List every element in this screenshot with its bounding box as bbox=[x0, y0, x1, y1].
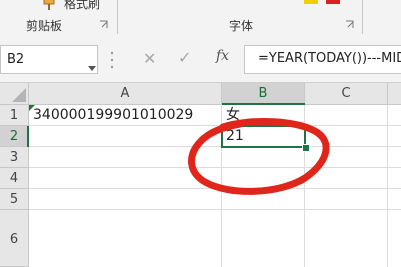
cell-c1[interactable] bbox=[305, 105, 388, 126]
formula-bar-area: B2 ✕ ✓ fx =YEAR(TODAY())---MID( bbox=[0, 38, 401, 83]
column-header-a[interactable]: A bbox=[29, 83, 222, 105]
cancel-icon[interactable]: ✕ bbox=[143, 49, 156, 68]
row-header-4[interactable]: 4 bbox=[0, 168, 29, 189]
cell-c4[interactable] bbox=[305, 168, 388, 189]
column-header-d[interactable] bbox=[388, 83, 401, 105]
cell-a6[interactable] bbox=[29, 210, 222, 267]
cell-c6[interactable] bbox=[305, 210, 388, 267]
clipboard-group-label: 剪贴板 bbox=[26, 19, 63, 33]
font-color-swatch[interactable] bbox=[326, 0, 340, 4]
cell-d4[interactable] bbox=[388, 168, 401, 189]
cell-d2[interactable] bbox=[388, 126, 401, 147]
cell-b1[interactable]: 女 bbox=[222, 105, 305, 126]
ribbon-separator bbox=[117, 0, 118, 34]
cell-d1[interactable] bbox=[388, 105, 401, 126]
insert-function-icon[interactable]: fx bbox=[216, 48, 229, 64]
fill-color-swatch[interactable] bbox=[304, 0, 318, 4]
row-header-3[interactable]: 3 bbox=[0, 147, 29, 168]
ribbon: 格式刷 剪贴板 字体 bbox=[0, 0, 401, 39]
name-box-dropdown-icon[interactable] bbox=[88, 57, 96, 71]
name-box[interactable]: B2 bbox=[0, 45, 98, 74]
column-header-c[interactable]: C bbox=[305, 83, 388, 105]
font-group-label: 字体 bbox=[229, 19, 254, 33]
clipboard-dialog-launcher-icon[interactable] bbox=[99, 15, 109, 28]
column-header-b[interactable]: B bbox=[222, 83, 305, 105]
cell-d5[interactable] bbox=[388, 189, 401, 210]
row-header-5[interactable]: 5 bbox=[0, 189, 29, 210]
cell-a5[interactable] bbox=[29, 189, 222, 210]
error-indicator-icon bbox=[29, 105, 35, 111]
cell-c3[interactable] bbox=[305, 147, 388, 168]
cell-c2[interactable] bbox=[305, 126, 388, 147]
row-header-2[interactable]: 2 bbox=[0, 126, 29, 147]
fill-handle[interactable] bbox=[302, 144, 310, 152]
cell-d6[interactable] bbox=[388, 210, 401, 267]
select-all-corner[interactable] bbox=[0, 83, 29, 105]
cell-a1[interactable]: 340000199901010029 bbox=[29, 105, 222, 126]
cell-b3[interactable] bbox=[222, 147, 305, 168]
formula-input[interactable]: =YEAR(TODAY())---MID( bbox=[244, 45, 401, 74]
enter-icon[interactable]: ✓ bbox=[178, 48, 191, 67]
cell-b5[interactable] bbox=[222, 189, 305, 210]
formula-text: =YEAR(TODAY())---MID( bbox=[258, 51, 401, 66]
font-dialog-launcher-icon[interactable] bbox=[345, 15, 355, 28]
name-box-value: B2 bbox=[7, 52, 25, 67]
row-header-6[interactable]: 6 bbox=[0, 210, 29, 267]
format-painter-button[interactable]: 格式刷 bbox=[64, 0, 100, 12]
ribbon-separator bbox=[362, 0, 363, 34]
cell-c5[interactable] bbox=[305, 189, 388, 210]
format-painter-icon[interactable] bbox=[42, 0, 60, 10]
cell-a4[interactable] bbox=[29, 168, 222, 189]
row-header-1[interactable]: 1 bbox=[0, 105, 29, 126]
spreadsheet-grid: A B C 1 2 3 4 5 6 340000199901010029 女 2… bbox=[0, 83, 401, 267]
cell-d3[interactable] bbox=[388, 147, 401, 168]
cell-b4[interactable] bbox=[222, 168, 305, 189]
active-cell-selection[interactable] bbox=[221, 125, 306, 148]
formula-bar-grip-icon[interactable] bbox=[110, 49, 114, 71]
cell-b6[interactable] bbox=[222, 210, 305, 267]
cell-a3[interactable] bbox=[29, 147, 222, 168]
cell-a2[interactable] bbox=[29, 126, 222, 147]
